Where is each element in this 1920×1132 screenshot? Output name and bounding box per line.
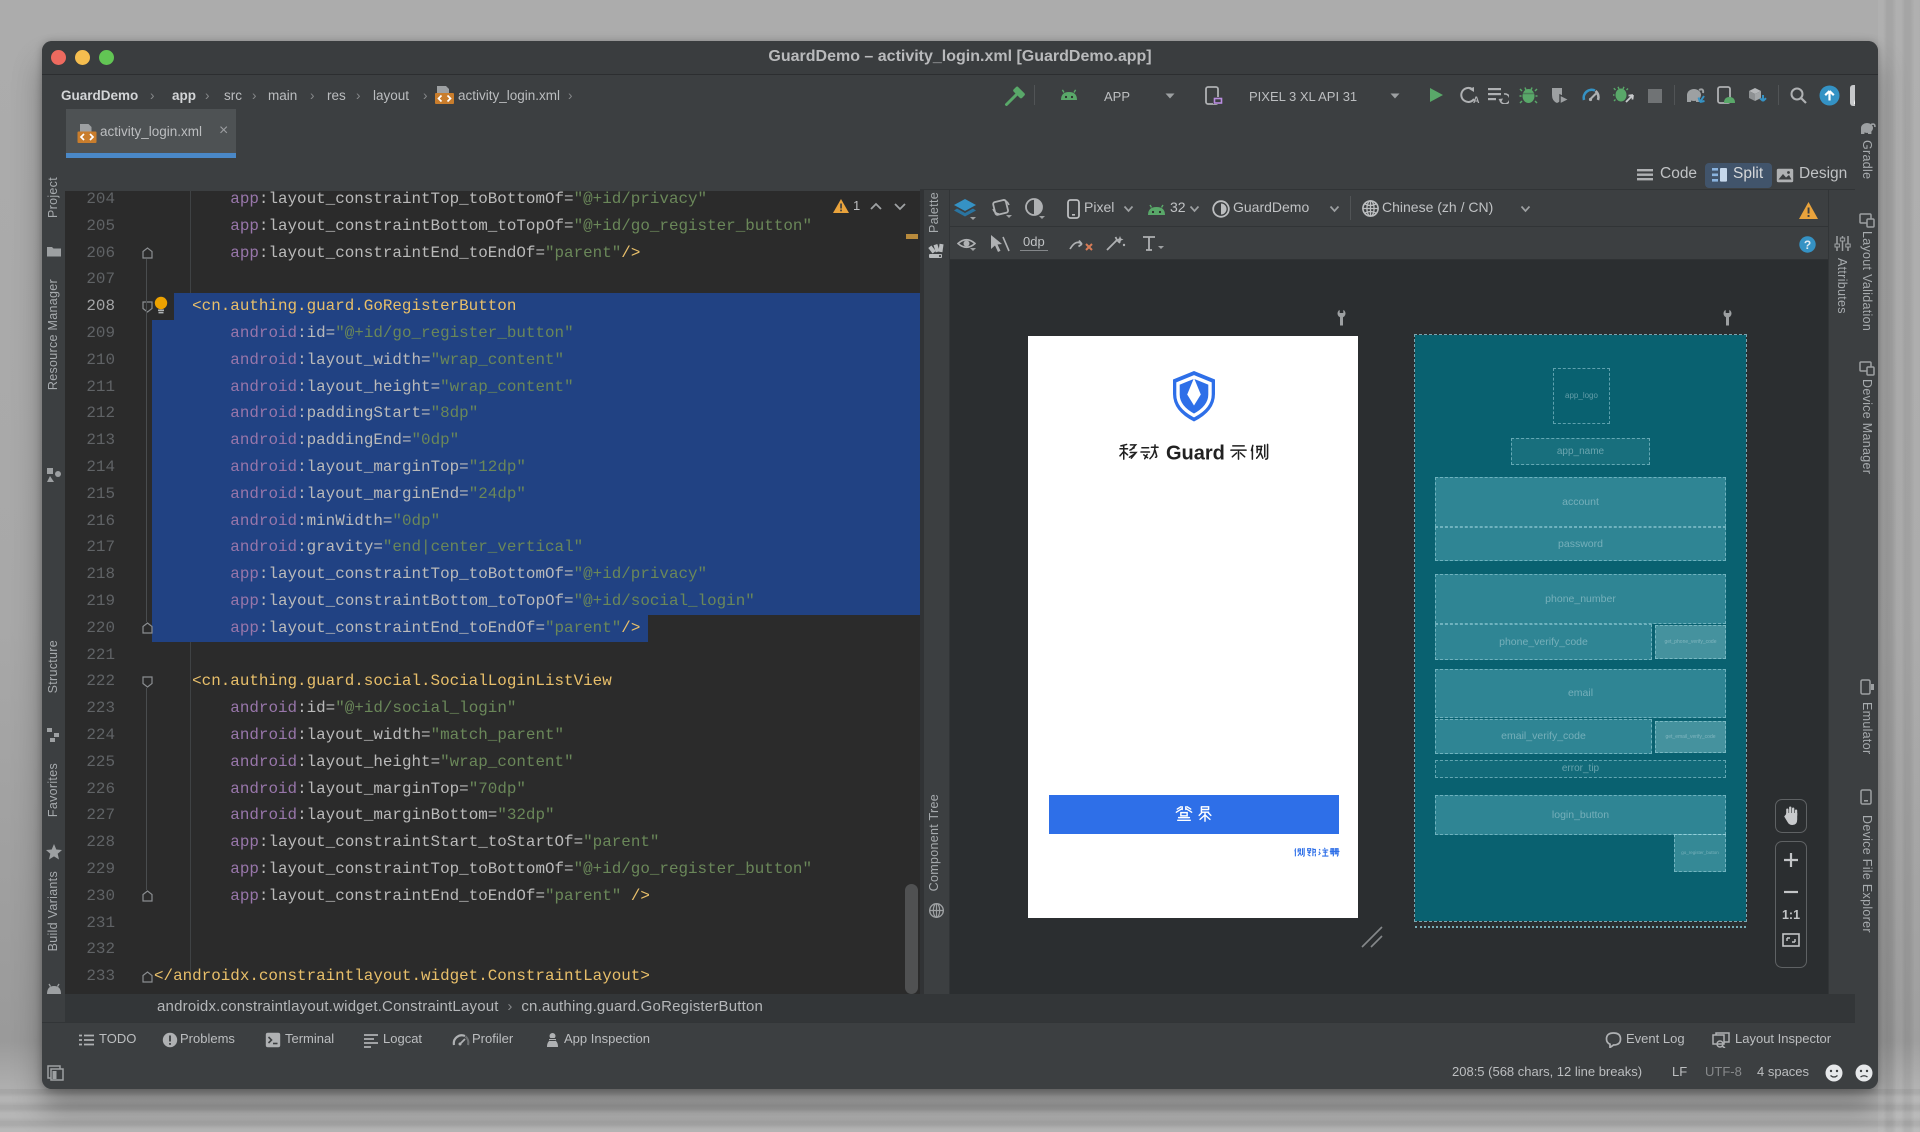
svg-text:Guard: Guard bbox=[1166, 443, 1225, 465]
svg-text:?: ? bbox=[1804, 238, 1811, 252]
svg-text:A: A bbox=[1473, 95, 1480, 104]
